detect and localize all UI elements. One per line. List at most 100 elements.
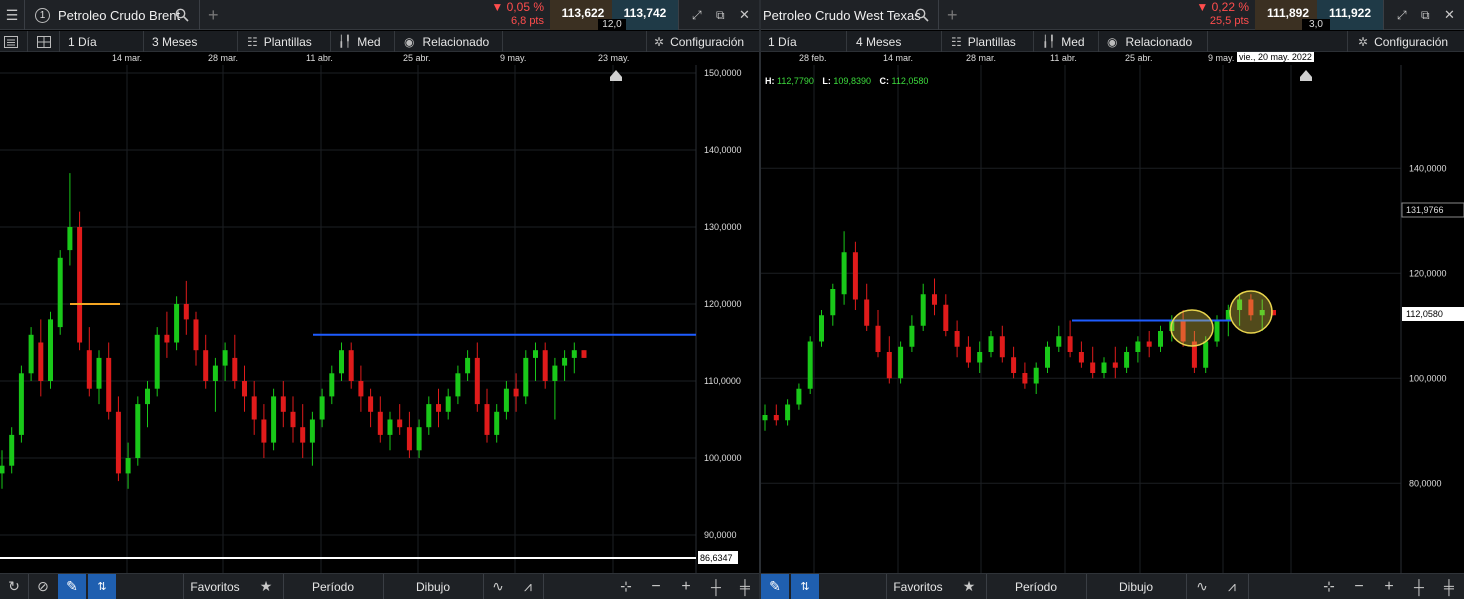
favorites-button[interactable]: Favoritos: [184, 574, 246, 599]
refresh-icon[interactable]: ↻: [0, 574, 28, 599]
candle: [18, 365, 24, 443]
price-change: ▼ 0,22 % 25,5 pts: [1196, 0, 1249, 27]
indicator-icon[interactable]: ∿: [484, 574, 512, 599]
candle: [9, 427, 15, 474]
candle-body: [920, 294, 926, 326]
interval-selector[interactable]: 1 Día: [68, 31, 97, 52]
popout-icon[interactable]: ⧉: [716, 0, 725, 30]
instrument-title[interactable]: Petroleo Crudo West Texas: [763, 0, 921, 30]
crosshair-icon[interactable]: ┼: [702, 574, 730, 599]
period-button[interactable]: Período: [284, 574, 382, 599]
candle-body: [455, 373, 461, 397]
candle-body: [96, 357, 102, 389]
related-button[interactable]: ◉ Relacionado: [1107, 31, 1192, 52]
crosshair-icon[interactable]: ┼: [1405, 574, 1433, 599]
chart-type-icon[interactable]: ⩘: [514, 574, 542, 599]
highlight-circle: [1170, 309, 1214, 347]
candle: [523, 350, 529, 405]
candle-body: [852, 252, 858, 300]
drawing-button[interactable]: Dibujo: [1087, 574, 1185, 599]
candle: [426, 396, 432, 435]
candle-body: [212, 365, 218, 381]
period-button[interactable]: Período: [987, 574, 1085, 599]
price-chart[interactable]: 150,0000 140,0000 130,0000 120,0000 110,0000…: [0, 65, 759, 573]
candle: [562, 350, 568, 381]
pencil-icon[interactable]: ✎: [58, 574, 86, 599]
y-tick-label: 120,0000: [704, 299, 742, 309]
zoom-out-icon[interactable]: −: [642, 574, 670, 599]
date-label: 9 may.: [1208, 53, 1235, 63]
date-label: 28 mar.: [966, 53, 997, 63]
sort-arrows-icon[interactable]: ⇅: [88, 574, 116, 599]
candle-body: [494, 411, 500, 435]
price-mode-button[interactable]: ╽╿ Med: [338, 31, 381, 52]
menu-icon[interactable]: ☰: [0, 0, 24, 30]
candle: [1067, 320, 1073, 358]
zoom-in-icon[interactable]: +: [1375, 574, 1403, 599]
no-draw-icon[interactable]: ⊘: [29, 574, 57, 599]
crosshair-tool-icon[interactable]: ⊹: [1315, 574, 1343, 599]
chart-type-icon[interactable]: ⩘: [1218, 574, 1246, 599]
chart-toolbar: 1 Día 3 Meses ☷ Plantillas ╽╿ Med ◉ Relacio…: [0, 31, 759, 52]
candle-body: [1022, 373, 1028, 384]
y-tick-label: 130,0000: [704, 222, 742, 232]
expand-icon[interactable]: ⤢: [1397, 0, 1407, 30]
templates-button[interactable]: ☷ Plantillas: [951, 31, 1016, 52]
layout-grid-icon[interactable]: [37, 31, 51, 52]
instrument-title[interactable]: Petroleo Crudo Brent: [58, 0, 180, 30]
favorites-button[interactable]: Favoritos: [887, 574, 949, 599]
star-icon[interactable]: ★: [252, 574, 280, 599]
candle: [1124, 346, 1130, 373]
candle-body: [397, 419, 403, 428]
candle-body: [416, 427, 422, 451]
candlestick-chart[interactable]: 150,0000 140,0000 130,0000 120,0000 110,0000…: [0, 65, 759, 573]
price-mode-button[interactable]: ╽╿ Med: [1042, 31, 1085, 52]
add-tab-icon[interactable]: +: [208, 0, 219, 30]
candle-body: [319, 396, 325, 420]
settings-button[interactable]: ✲ Configuración: [1358, 31, 1448, 52]
y-tick-label: 100,0000: [704, 453, 742, 463]
list-icon[interactable]: [4, 31, 18, 52]
range-selector[interactable]: 4 Meses: [856, 31, 901, 52]
candle: [232, 334, 238, 389]
candle: [1056, 325, 1062, 352]
candle-body: [513, 388, 519, 397]
star-icon[interactable]: ★: [955, 574, 983, 599]
indicator-icon[interactable]: ∿: [1188, 574, 1216, 599]
range-selector[interactable]: 3 Meses: [152, 31, 197, 52]
zoom-in-icon[interactable]: +: [672, 574, 700, 599]
close-icon[interactable]: ✕: [1444, 0, 1455, 30]
candle-body: [796, 388, 802, 405]
search-icon[interactable]: [915, 0, 929, 30]
candle: [242, 365, 247, 412]
crosshair-tool-icon[interactable]: ⊹: [612, 574, 640, 599]
candle-body: [67, 227, 73, 251]
vertical-scale-icon[interactable]: ╪: [1435, 574, 1463, 599]
settings-button[interactable]: ✲ Configuración: [654, 31, 744, 52]
candle-body: [465, 357, 471, 374]
drawing-button[interactable]: Dibujo: [384, 574, 482, 599]
popout-icon[interactable]: ⧉: [1421, 0, 1430, 30]
expand-icon[interactable]: ⤢: [692, 0, 702, 30]
templates-button[interactable]: ☷ Plantillas: [247, 31, 312, 52]
search-icon[interactable]: [175, 0, 189, 30]
related-button[interactable]: ◉ Relacionado: [404, 31, 489, 52]
candle: [368, 388, 374, 428]
candle-body: [426, 404, 432, 428]
candle-body: [1033, 367, 1039, 384]
candle-body: [807, 341, 813, 389]
pencil-icon[interactable]: ✎: [761, 574, 789, 599]
candle: [212, 357, 218, 412]
interval-selector[interactable]: 1 Día: [768, 31, 797, 52]
close-icon[interactable]: ✕: [739, 0, 750, 30]
candle: [875, 310, 881, 358]
candle: [436, 388, 441, 428]
zoom-out-icon[interactable]: −: [1345, 574, 1373, 599]
candle: [358, 365, 364, 412]
candle-body: [886, 352, 892, 379]
vertical-scale-icon[interactable]: ╪: [731, 574, 759, 599]
price-chart[interactable]: 140,0000 120,0000 100,0000 80,0000 131,9766 1…: [761, 65, 1464, 573]
sort-arrows-icon[interactable]: ⇅: [791, 574, 819, 599]
candlestick-chart[interactable]: 140,0000 120,0000 100,0000 80,0000 131,9766 1…: [761, 65, 1464, 573]
add-tab-icon[interactable]: +: [947, 0, 958, 30]
